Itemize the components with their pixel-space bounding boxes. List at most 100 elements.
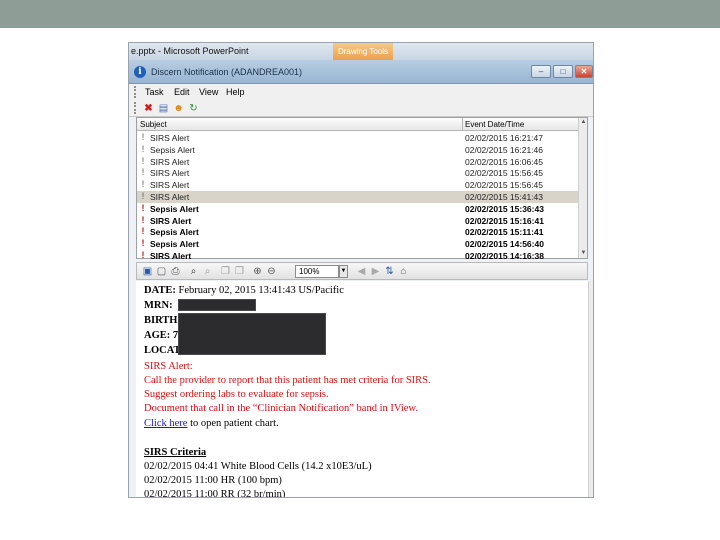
list-scrollbar[interactable]: ▲ ▼: [578, 118, 587, 258]
date-label: DATE:: [144, 285, 176, 296]
menu-grip: [134, 86, 136, 98]
window-title: Discern Notification (ADANDREA001): [151, 67, 303, 77]
zoom-select[interactable]: 100%: [295, 265, 339, 278]
open-chart-link[interactable]: Click here: [144, 418, 187, 429]
column-subject[interactable]: Subject: [140, 120, 167, 129]
date-line: DATE: February 02, 2015 13:41:43 US/Paci…: [144, 285, 344, 296]
alert-flag-icon: !: [141, 202, 145, 213]
table-row[interactable]: ! SIRS Alert 02/02/2015 15:56:45: [137, 179, 585, 191]
scroll-up-icon[interactable]: ▲: [579, 118, 588, 127]
alert-flag-icon: !: [141, 155, 145, 166]
row-event-date: 02/02/2015 16:21:47: [465, 133, 543, 143]
row-subject: Sepsis Alert: [150, 203, 199, 214]
table-row[interactable]: ! Sepsis Alert 02/02/2015 16:21:46: [137, 144, 585, 156]
info-icon: i: [134, 66, 146, 78]
row-subject: SIRS Alert: [150, 191, 190, 202]
column-event-date[interactable]: Event Date/Time: [465, 120, 524, 129]
powerpoint-title: e.pptx - Microsoft PowerPoint: [131, 46, 249, 56]
redaction-block: [178, 313, 326, 355]
alert-flag-icon: !: [141, 214, 145, 225]
row-event-date: 02/02/2015 14:56:40: [465, 239, 544, 250]
alert-title: SIRS Alert:: [144, 361, 193, 372]
toolbar-grip: [134, 102, 136, 114]
chevron-down-icon[interactable]: ▼: [339, 265, 348, 278]
row-subject: Sepsis Alert: [150, 227, 199, 238]
preview-icon[interactable]: ▤: [157, 102, 170, 115]
copy-icon[interactable]: ❐: [219, 265, 232, 278]
notification-list: Subject Event Date/Time ! SIRS Alert 02/02…: [136, 117, 588, 262]
menu-task[interactable]: Task: [145, 87, 164, 97]
row-subject: Sepsis Alert: [150, 144, 195, 155]
row-event-date: 02/02/2015 15:56:45: [465, 168, 543, 179]
row-subject: SIRS Alert: [150, 156, 190, 167]
alert-line: Document that call in the “Clinician Not…: [144, 403, 418, 414]
drawing-tools-tab[interactable]: Drawing Tools: [333, 43, 393, 60]
table-row[interactable]: ! Sepsis Alert 02/02/2015 15:36:43: [137, 203, 585, 215]
row-subject: SIRS Alert: [150, 180, 190, 191]
refresh-icon[interactable]: ↻: [187, 102, 200, 115]
criteria-title: SIRS Criteria: [144, 447, 207, 458]
date-value: February 02, 2015 13:41:43 US/Pacific: [178, 285, 344, 296]
maximize-button[interactable]: □: [553, 65, 573, 78]
table-row[interactable]: ! Sepsis Alert 02/02/2015 14:56:40: [137, 238, 585, 250]
alert-flag-icon: !: [141, 226, 145, 237]
table-row[interactable]: ! SIRS Alert 02/02/2015 14:16:38: [137, 250, 585, 262]
minimize-button[interactable]: –: [531, 65, 551, 78]
scroll-down-icon[interactable]: ▼: [579, 249, 588, 258]
powerpoint-title-bar: e.pptx - Microsoft PowerPoint Drawing To…: [129, 43, 593, 60]
alert-flag-icon: !: [141, 167, 145, 178]
print-icon[interactable]: ⎙: [169, 265, 182, 278]
row-event-date: 02/02/2015 15:56:45: [465, 180, 543, 191]
main-toolbar: ✖ ▤ ☻ ↻: [129, 100, 593, 117]
row-subject: SIRS Alert: [150, 168, 190, 179]
criteria-item: 02/02/2015 04:41 White Blood Cells (14.2…: [144, 461, 372, 472]
notification-document: DATE: February 02, 2015 13:41:43 US/Paci…: [136, 281, 588, 498]
table-row[interactable]: ! SIRS Alert 02/02/2015 15:56:45: [137, 167, 585, 179]
row-event-date: 02/02/2015 15:16:41: [465, 215, 544, 226]
delete-icon[interactable]: ✖: [142, 102, 155, 115]
zoom-out-icon[interactable]: ⊖: [265, 265, 278, 278]
row-event-date: 02/02/2015 16:21:46: [465, 144, 543, 155]
table-row[interactable]: ! SIRS Alert 02/02/2015 16:21:47: [137, 132, 585, 144]
zoom-in-icon[interactable]: ⊕: [251, 265, 264, 278]
criteria-item: 02/02/2015 11:00 RR (32 br/min): [144, 489, 286, 498]
alert-flag-icon: !: [141, 143, 145, 154]
forward-icon[interactable]: ▶: [369, 265, 382, 278]
slide-header-band: [0, 0, 720, 28]
close-button[interactable]: ✕: [575, 65, 593, 78]
table-row[interactable]: ! SIRS Alert 02/02/2015 15:16:41: [137, 215, 585, 227]
alert-flag-icon: !: [141, 179, 145, 190]
menu-view[interactable]: View: [199, 87, 218, 97]
back-icon[interactable]: ◀: [355, 265, 368, 278]
column-separator: [462, 118, 463, 131]
alert-flag-icon: !: [141, 249, 145, 260]
page-icon[interactable]: ▢: [155, 265, 168, 278]
table-row[interactable]: ! SIRS Alert 02/02/2015 15:41:43: [137, 190, 585, 203]
row-subject: SIRS Alert: [150, 133, 190, 143]
list-rows: ! SIRS Alert 02/02/2015 16:21:47! Sepsis Al…: [137, 132, 585, 262]
alert-flag-icon: !: [141, 132, 145, 142]
find-next-icon[interactable]: ⌕: [201, 265, 214, 278]
row-event-date: 02/02/2015 15:41:43: [465, 191, 543, 202]
row-event-date: 02/02/2015 14:16:38: [465, 250, 544, 261]
alert-flag-icon: !: [141, 238, 145, 249]
save-icon[interactable]: ▣: [141, 265, 154, 278]
location-label: LOCAT: [144, 345, 181, 356]
row-event-date: 02/02/2015 15:36:43: [465, 203, 544, 214]
home-icon[interactable]: ⌂: [397, 265, 410, 278]
chart-link-suffix: to open patient chart.: [187, 418, 279, 429]
viewer-toolbar: ▣ ▢ ⎙ ⌕ ⌕ ❐ ❐ ⊕ ⊖ 100% ▼ ◀ ▶ ⇅ ⌂: [136, 262, 588, 280]
mrn-label: MRN:: [144, 300, 173, 311]
alert-line: Call the provider to report that this pa…: [144, 375, 431, 386]
birth-label: BIRTH: [144, 315, 178, 326]
user-icon[interactable]: ☻: [172, 102, 185, 115]
menu-edit[interactable]: Edit: [174, 87, 190, 97]
document-scrollbar[interactable]: [588, 281, 593, 497]
menu-help[interactable]: Help: [226, 87, 245, 97]
alert-line: Suggest ordering labs to evaluate for se…: [144, 389, 329, 400]
find-icon[interactable]: ⌕: [187, 265, 200, 278]
paste-icon[interactable]: ❐: [233, 265, 246, 278]
table-row[interactable]: ! Sepsis Alert 02/02/2015 15:11:41: [137, 226, 585, 238]
swap-icon[interactable]: ⇅: [383, 265, 396, 278]
table-row[interactable]: ! SIRS Alert 02/02/2015 16:06:45: [137, 156, 585, 168]
